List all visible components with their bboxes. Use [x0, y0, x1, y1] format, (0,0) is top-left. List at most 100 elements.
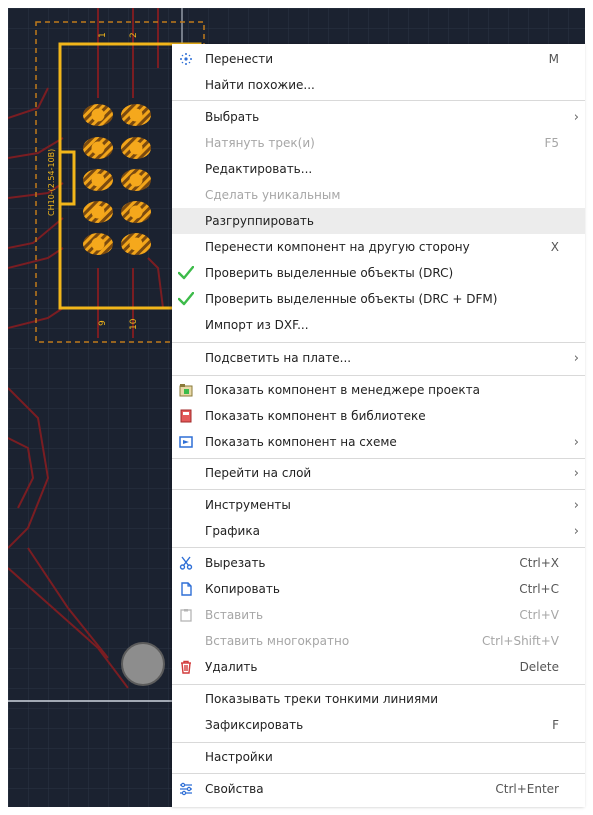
menu-label: Перенести компонент на другую сторону	[205, 240, 470, 254]
clipboard-icon	[178, 607, 194, 623]
menu-shortcut: Ctrl+V	[519, 608, 559, 622]
check-icon	[178, 291, 194, 307]
menu-item-paste-multiple[interactable]: Вставить многократно Ctrl+Shift+V	[172, 628, 585, 654]
menu-label: Подсветить на плате...	[205, 351, 352, 365]
project-icon	[178, 382, 194, 398]
menu-item-settings[interactable]: Настройки	[172, 744, 585, 770]
pad-hole	[91, 173, 105, 187]
menu-label: Найти похожие...	[205, 78, 315, 92]
schematic-icon	[178, 434, 194, 450]
menu-item-drc-dfm[interactable]: Проверить выделенные объекты (DRC + DFM)	[172, 286, 585, 312]
menu-separator	[172, 375, 585, 376]
menu-item-paste[interactable]: Вставить Ctrl+V	[172, 602, 585, 628]
menu-label: Перенести	[205, 52, 274, 66]
menu-separator	[172, 684, 585, 685]
menu-label: Показать компонент в библиотеке	[205, 409, 426, 423]
menu-label: Проверить выделенные объекты (DRC)	[205, 266, 454, 280]
pad-hole	[91, 108, 105, 122]
menu-shortcut: X	[550, 240, 559, 254]
component-designator: CH10-(2.54-10B)	[47, 149, 56, 216]
menu-item-edit[interactable]: Редактировать...	[172, 156, 585, 182]
menu-label: Инструменты	[205, 498, 291, 512]
pin-label-2: 2	[129, 32, 139, 38]
menu-separator	[172, 342, 585, 343]
menu-item-goto-layer[interactable]: Перейти на слой ›	[172, 460, 585, 486]
menu-separator	[172, 547, 585, 548]
menu-item-ungroup[interactable]: Разгруппировать	[172, 208, 585, 234]
menu-item-stretch-track[interactable]: Натянуть трек(и) F5	[172, 130, 585, 156]
pad-hole	[129, 173, 143, 187]
menu-item-import-dxf[interactable]: Импорт из DXF...	[172, 312, 585, 338]
menu-item-copy[interactable]: Копировать Ctrl+C	[172, 576, 585, 602]
pin-label-9: 9	[98, 320, 108, 326]
pin-label-1: 1	[98, 32, 108, 38]
menu-shortcut: Ctrl+C	[519, 582, 559, 596]
cursor-indicator	[121, 642, 165, 686]
pad-hole	[129, 108, 143, 122]
pin-label-10: 10	[129, 318, 139, 330]
menu-shortcut: Ctrl+Shift+V	[482, 634, 559, 648]
menu-label: Показывать треки тонкими линиями	[205, 692, 439, 706]
menu-item-select[interactable]: Выбрать ›	[172, 104, 585, 130]
pad-hole	[91, 205, 105, 219]
menu-item-delete[interactable]: Удалить Delete	[172, 654, 585, 680]
library-icon	[178, 408, 194, 424]
menu-item-find-similar[interactable]: Найти похожие...	[172, 72, 585, 98]
chevron-right-icon: ›	[573, 523, 579, 539]
menu-label: Перейти на слой	[205, 466, 312, 480]
menu-item-cut[interactable]: Вырезать Ctrl+X	[172, 550, 585, 576]
menu-item-tools[interactable]: Инструменты ›	[172, 492, 585, 518]
pad-hole	[129, 205, 143, 219]
menu-item-show-schematic[interactable]: Показать компонент на схеме ›	[172, 429, 585, 455]
menu-item-graphics[interactable]: Графика ›	[172, 518, 585, 544]
menu-shortcut: Ctrl+Enter	[495, 782, 559, 796]
scissors-icon	[178, 555, 194, 571]
menu-item-drc[interactable]: Проверить выделенные объекты (DRC)	[172, 260, 585, 286]
menu-shortcut: Delete	[519, 660, 559, 674]
menu-item-thin-tracks[interactable]: Показывать треки тонкими линиями	[172, 686, 585, 712]
menu-separator	[172, 742, 585, 743]
menu-label: Показать компонент на схеме	[205, 435, 397, 449]
menu-shortcut: M	[548, 52, 559, 66]
context-menu: Перенести M Найти похожие... Выбрать › Н…	[172, 44, 585, 807]
menu-shortcut: Ctrl+X	[519, 556, 559, 570]
chevron-right-icon: ›	[573, 109, 579, 125]
check-icon	[178, 265, 194, 281]
copy-icon	[178, 581, 194, 597]
menu-label: Вставить	[205, 608, 264, 622]
menu-item-flip-side[interactable]: Перенести компонент на другую сторону X	[172, 234, 585, 260]
menu-label: Редактировать...	[205, 162, 313, 176]
pad-hole	[91, 237, 105, 251]
menu-shortcut: F5	[544, 136, 559, 150]
menu-shortcut: F	[552, 718, 559, 732]
menu-separator	[172, 489, 585, 490]
pad-hole	[129, 237, 143, 251]
menu-label: Разгруппировать	[205, 214, 314, 228]
menu-item-properties[interactable]: Свойства Ctrl+Enter	[172, 776, 585, 802]
menu-separator	[172, 458, 585, 459]
menu-label: Импорт из DXF...	[205, 318, 309, 332]
menu-label: Показать компонент в менеджере проекта	[205, 383, 480, 397]
menu-separator	[172, 100, 585, 101]
menu-label: Сделать уникальным	[205, 188, 341, 202]
menu-item-move[interactable]: Перенести M	[172, 46, 585, 72]
menu-item-lock[interactable]: Зафиксировать F	[172, 712, 585, 738]
menu-item-highlight-board[interactable]: Подсветить на плате... ›	[172, 345, 585, 371]
menu-label: Натянуть трек(и)	[205, 136, 315, 150]
menu-item-show-project[interactable]: Показать компонент в менеджере проекта	[172, 377, 585, 403]
menu-label: Копировать	[205, 582, 280, 596]
menu-separator	[172, 773, 585, 774]
chevron-right-icon: ›	[573, 350, 579, 366]
menu-item-show-library[interactable]: Показать компонент в библиотеке	[172, 403, 585, 429]
trash-icon	[178, 659, 194, 675]
chevron-right-icon: ›	[573, 497, 579, 513]
menu-label: Вырезать	[205, 556, 266, 570]
pad-hole	[91, 141, 105, 155]
properties-icon	[178, 781, 194, 797]
chevron-right-icon: ›	[573, 434, 579, 450]
menu-label: Графика	[205, 524, 260, 538]
menu-item-make-unique[interactable]: Сделать уникальным	[172, 182, 585, 208]
menu-label: Зафиксировать	[205, 718, 304, 732]
menu-label: Проверить выделенные объекты (DRC + DFM)	[205, 292, 498, 306]
menu-label: Вставить многократно	[205, 634, 350, 648]
